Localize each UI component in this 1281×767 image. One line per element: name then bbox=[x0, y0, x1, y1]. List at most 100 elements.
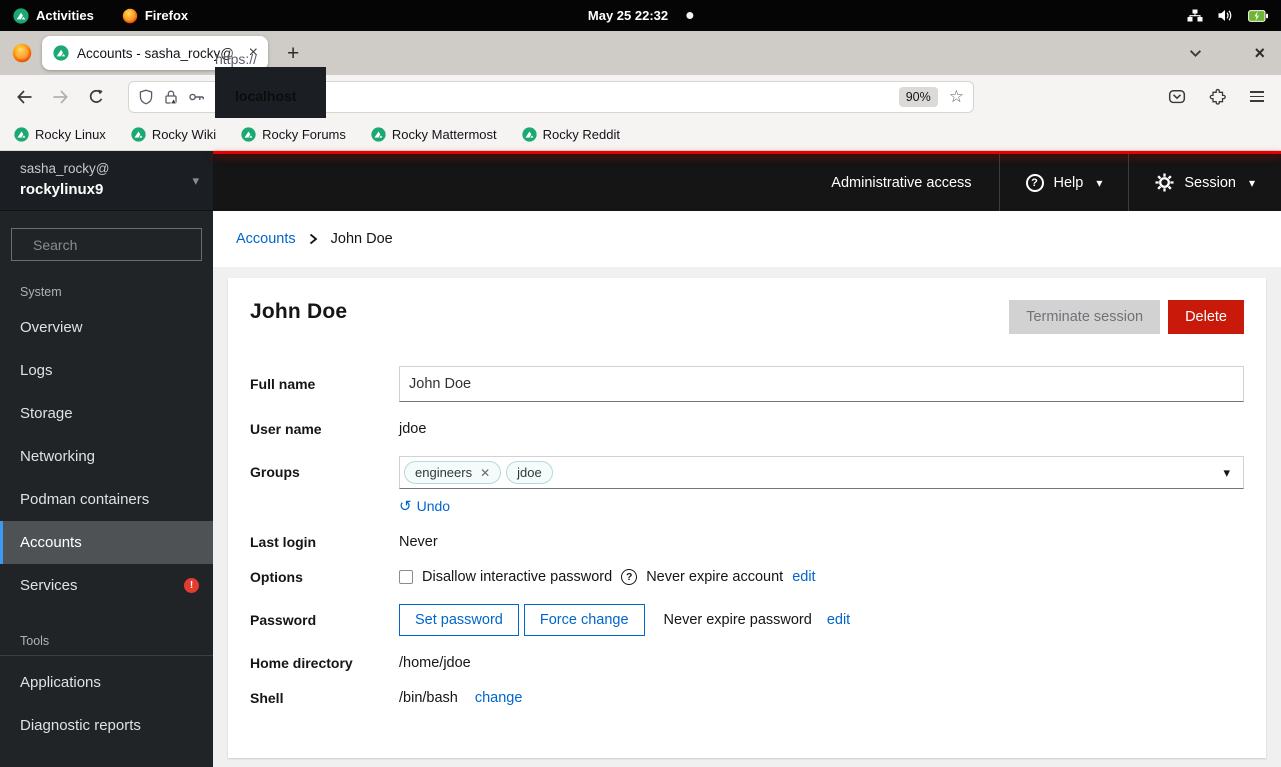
firefox-icon bbox=[122, 8, 138, 23]
group-chip-jdoe: jdoe bbox=[506, 461, 553, 484]
bookmark-rocky-wiki[interactable]: Rocky Wiki bbox=[131, 127, 216, 142]
home-directory-value: /home/jdoe bbox=[399, 655, 471, 671]
back-button[interactable] bbox=[16, 89, 33, 104]
menu-hamburger-icon[interactable] bbox=[1250, 88, 1264, 105]
sidebar-item-services[interactable]: Services ! bbox=[0, 564, 213, 607]
volume-icon bbox=[1218, 10, 1232, 21]
battery-charging-icon bbox=[1248, 9, 1268, 22]
user-name-value: jdoe bbox=[399, 421, 427, 437]
disallow-password-label: Disallow interactive password bbox=[422, 569, 613, 585]
question-circle-icon[interactable]: ? bbox=[621, 569, 638, 585]
full-name-label: Full name bbox=[250, 376, 316, 392]
sidebar-item-diagnostic-reports[interactable]: Diagnostic reports bbox=[0, 704, 213, 747]
account-detail-card: John Doe Terminate session Delete Full n… bbox=[228, 278, 1266, 758]
host-switcher[interactable]: sasha_rocky@ rockylinux9 ▾ bbox=[0, 151, 213, 211]
activities-button[interactable]: Activities bbox=[13, 7, 94, 24]
sidebar-item-accounts[interactable]: Accounts bbox=[0, 521, 213, 564]
full-name-input[interactable] bbox=[399, 366, 1244, 402]
activities-label: Activities bbox=[36, 8, 94, 23]
sidebar-item-overview[interactable]: Overview bbox=[0, 306, 213, 349]
help-menu[interactable]: ? Help ▾ bbox=[998, 154, 1129, 211]
bookmark-rocky-mattermost[interactable]: Rocky Mattermost bbox=[371, 127, 497, 142]
zoom-level-badge[interactable]: 90% bbox=[898, 86, 938, 107]
pocket-icon[interactable] bbox=[1168, 88, 1186, 105]
last-login-label: Last login bbox=[250, 534, 317, 550]
groups-select[interactable]: engineers ✕ jdoe ▾ bbox=[399, 456, 1244, 489]
firefox-app-icon[interactable] bbox=[12, 43, 32, 63]
home-directory-label: Home directory bbox=[250, 655, 353, 671]
last-login-value: Never bbox=[399, 534, 438, 550]
page-content: John Doe Terminate session Delete Full n… bbox=[213, 267, 1281, 767]
key-icon[interactable] bbox=[188, 89, 206, 105]
clock-menu[interactable]: May 25 22:32 bbox=[588, 8, 694, 23]
firefox-nav-toolbar: https://localhost:9090/users#/jdoe 90% ☆ bbox=[0, 51, 1281, 143]
bookmarks-bar: Rocky Linux Rocky Wiki Rocky Forums Rock… bbox=[0, 118, 1281, 151]
sidebar-section-tools: Tools bbox=[20, 634, 50, 648]
sidebar-item-applications[interactable]: Applications bbox=[0, 661, 213, 704]
password-expire-text: Never expire password bbox=[663, 612, 812, 628]
delete-button[interactable]: Delete bbox=[1168, 300, 1244, 334]
page-title: John Doe bbox=[250, 300, 348, 323]
options-label: Options bbox=[250, 569, 303, 585]
shell-change-link[interactable]: change bbox=[475, 690, 523, 706]
sidebar-section-system: System bbox=[20, 285, 62, 299]
rocky-logo-icon bbox=[371, 126, 386, 142]
masthead: Administrative access ? Help ▾ Session ▾ bbox=[213, 154, 1281, 211]
url-bar[interactable]: https://localhost:9090/users#/jdoe 90% ☆ bbox=[128, 51, 974, 143]
bookmark-rocky-linux[interactable]: Rocky Linux bbox=[14, 127, 106, 142]
hostname: rockylinux9 bbox=[20, 181, 104, 199]
sidebar-item-podman-containers[interactable]: Podman containers bbox=[0, 478, 213, 521]
rocky-logo-icon bbox=[241, 126, 256, 142]
forward-button[interactable] bbox=[52, 89, 69, 104]
bookmark-rocky-reddit[interactable]: Rocky Reddit bbox=[522, 127, 620, 142]
chevron-down-icon: ▾ bbox=[1096, 175, 1103, 190]
groups-label: Groups bbox=[250, 464, 300, 480]
search-input[interactable] bbox=[31, 235, 216, 254]
extensions-puzzle-icon[interactable] bbox=[1209, 88, 1227, 105]
rocky-logo-icon bbox=[13, 7, 29, 24]
question-circle-icon: ? bbox=[1025, 173, 1044, 192]
focused-app-menu[interactable]: Firefox bbox=[122, 8, 188, 24]
terminate-session-button[interactable]: Terminate session bbox=[1009, 300, 1161, 334]
disallow-password-checkbox[interactable] bbox=[399, 570, 413, 584]
sidebar-search[interactable] bbox=[11, 228, 216, 261]
rocky-logo-icon bbox=[522, 126, 537, 142]
lock-warning-icon[interactable] bbox=[163, 89, 179, 105]
logged-in-user: sasha_rocky@ bbox=[20, 161, 110, 177]
breadcrumb-accounts-link[interactable]: Accounts bbox=[236, 231, 296, 247]
window-close-icon[interactable]: × bbox=[1254, 44, 1265, 62]
cockpit-page: sasha_rocky@ rockylinux9 ▾ System Overvi… bbox=[0, 151, 1281, 767]
user-name-label: User name bbox=[250, 421, 322, 437]
chip-remove-icon[interactable]: ✕ bbox=[480, 467, 490, 479]
session-menu[interactable]: Session ▾ bbox=[1128, 154, 1281, 211]
administrative-access-indicator[interactable]: Administrative access bbox=[804, 175, 998, 191]
cockpit-sidebar: sasha_rocky@ rockylinux9 ▾ System Overvi… bbox=[0, 151, 216, 767]
network-icon bbox=[1187, 9, 1203, 22]
password-expire-edit-link[interactable]: edit bbox=[827, 612, 850, 628]
chevron-down-icon: ▾ bbox=[1248, 175, 1255, 190]
rocky-logo-icon bbox=[131, 126, 146, 142]
system-status-menu[interactable] bbox=[1187, 9, 1268, 22]
password-label: Password bbox=[250, 612, 317, 628]
account-expire-edit-link[interactable]: edit bbox=[792, 569, 815, 585]
gear-icon bbox=[1155, 173, 1174, 192]
undo-link[interactable]: ↺ Undo bbox=[399, 497, 450, 515]
select-caret-icon[interactable]: ▾ bbox=[1223, 465, 1230, 481]
sidebar-item-logs[interactable]: Logs bbox=[0, 349, 213, 392]
sidebar-item-storage[interactable]: Storage bbox=[0, 392, 213, 435]
bookmark-star-icon[interactable]: ☆ bbox=[949, 87, 964, 107]
firefox-tab-strip: Accounts - sasha_rocky@ × + × bbox=[0, 31, 1281, 75]
sidebar-item-networking[interactable]: Networking bbox=[0, 435, 213, 478]
bookmark-rocky-forums[interactable]: Rocky Forums bbox=[241, 127, 346, 142]
reload-button[interactable] bbox=[88, 89, 104, 105]
focused-app-label: Firefox bbox=[144, 8, 189, 23]
breadcrumb-chevron-icon bbox=[309, 233, 318, 245]
tab-favicon-rocky-icon bbox=[53, 45, 69, 61]
account-expire-text: Never expire account bbox=[646, 569, 784, 585]
set-password-button[interactable]: Set password bbox=[399, 604, 519, 636]
masthead-red-accent bbox=[213, 151, 1281, 154]
gnome-top-bar: Activities Firefox May 25 22:32 bbox=[0, 0, 1281, 31]
list-all-tabs-chevron-icon[interactable] bbox=[1189, 49, 1202, 58]
force-change-button[interactable]: Force change bbox=[523, 604, 645, 636]
tracking-shield-icon[interactable] bbox=[138, 89, 154, 105]
